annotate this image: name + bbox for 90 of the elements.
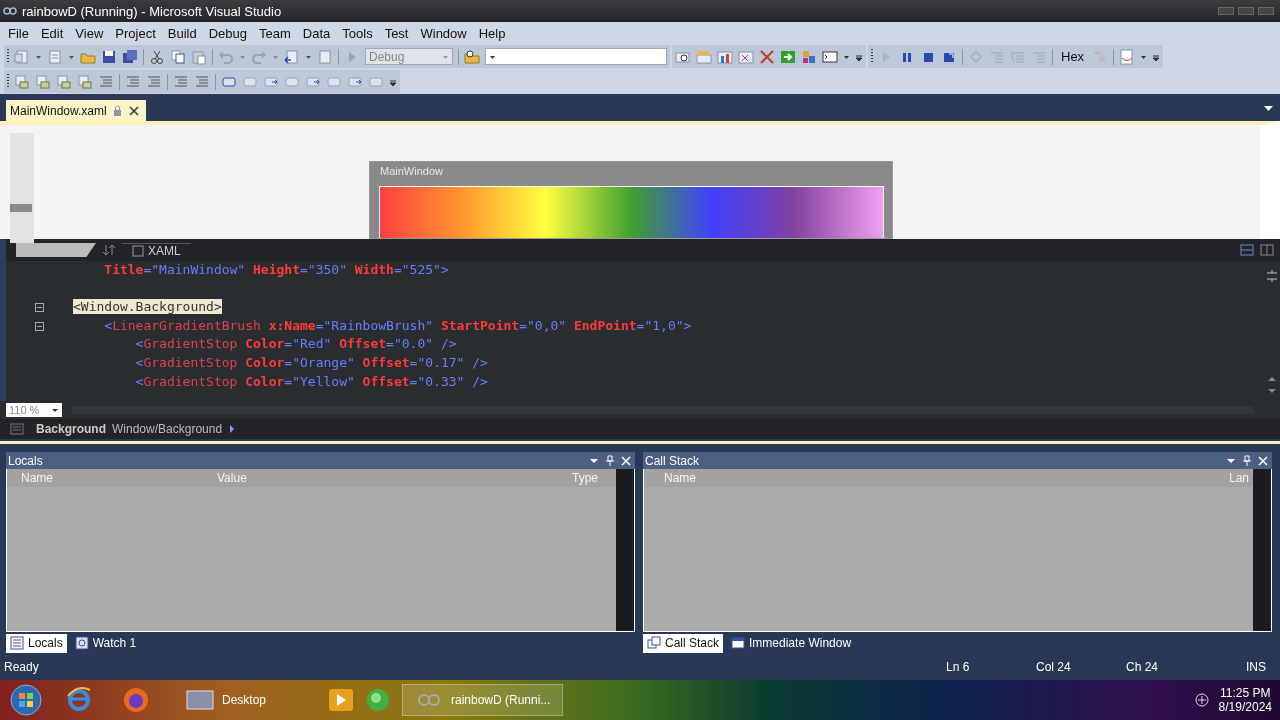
caret-icon[interactable] <box>305 53 312 60</box>
clock-date[interactable]: 8/19/2024 <box>1218 700 1272 714</box>
clock-time[interactable]: 11:25 PM <box>1220 686 1271 700</box>
new-project-icon[interactable] <box>14 48 30 65</box>
pin-icon[interactable] <box>605 454 615 467</box>
paste-icon[interactable] <box>191 48 207 65</box>
call-stack-icon <box>647 636 661 650</box>
cut-icon[interactable] <box>149 48 165 65</box>
column-number: Col 24 <box>1036 660 1072 674</box>
menu-item[interactable]: Tools <box>336 25 379 41</box>
panel-title: Locals <box>8 453 43 468</box>
taskbar-button[interactable]: rainbowD (Runni... <box>402 684 564 716</box>
breadcrumb-path[interactable]: Window/Background <box>112 422 223 436</box>
insert-mode: INS <box>1246 660 1266 674</box>
caret-icon[interactable] <box>1140 53 1148 60</box>
caret-icon[interactable] <box>68 53 75 60</box>
panel-tab[interactable]: Call Stack <box>643 633 724 653</box>
line-number: Ln 6 <box>946 660 971 674</box>
save-icon[interactable] <box>101 48 117 65</box>
zoom-slider[interactable] <box>10 133 34 243</box>
design-view-tab[interactable] <box>16 243 96 257</box>
collapse-icon[interactable] <box>35 321 44 331</box>
minimize-button[interactable] <box>1218 7 1234 15</box>
menu-item[interactable]: Debug <box>202 25 253 41</box>
code-line: <GradientStop Color="Orange" Offset="0.17" /> <box>134 354 488 370</box>
hex-button[interactable]: Hex <box>1058 49 1088 64</box>
close-button[interactable] <box>1258 7 1274 15</box>
command-window-icon[interactable] <box>822 48 838 65</box>
horizontal-split-icon[interactable] <box>1260 244 1274 256</box>
window-title: rainbowD (Running) - Microsoft Visual Studio <box>22 3 282 19</box>
copy-icon[interactable] <box>170 48 186 65</box>
code-line: <GradientStop Color="Red" Offset="0.0" /> <box>134 336 457 352</box>
code-line: <LinearGradientBrush x:Name="RainbowBrush" StartPoint="0,0" EndPoint="1,0"> <box>103 317 692 333</box>
locals-icon <box>10 636 24 650</box>
zoom-dropdown[interactable]: 110 % <box>6 403 62 417</box>
chevron-icon[interactable] <box>228 424 237 434</box>
immediate-window-icon <box>731 636 746 650</box>
scroll-down-icon[interactable] <box>1267 387 1277 395</box>
dropdown-icon[interactable] <box>1226 456 1236 465</box>
dropdown-icon[interactable] <box>589 456 599 465</box>
character-number: Ch 24 <box>1126 660 1159 674</box>
menu-item[interactable]: Team <box>253 25 297 41</box>
menu-item[interactable]: Edit <box>34 25 70 41</box>
find-in-files-icon[interactable] <box>464 48 480 65</box>
caret-icon <box>51 407 59 413</box>
save-all-icon[interactable] <box>122 48 138 65</box>
swap-panes-icon[interactable] <box>102 244 116 256</box>
breadcrumb-element[interactable]: Background <box>36 422 106 436</box>
navigate-backward-icon[interactable] <box>284 48 300 65</box>
pin-icon[interactable] <box>1242 454 1252 467</box>
preview-window-title: MainWindow <box>379 164 444 179</box>
xaml-view-tab[interactable]: XAML <box>122 242 191 258</box>
vertical-scrollbar[interactable] <box>1253 469 1271 631</box>
monitor-icon <box>186 689 214 711</box>
vertical-scrollbar[interactable] <box>616 469 634 631</box>
watch-icon <box>74 636 89 650</box>
menu-item[interactable]: Data <box>296 25 337 41</box>
menu-item[interactable]: File <box>2 25 35 41</box>
collapse-icon[interactable] <box>35 303 44 312</box>
taskbar-button[interactable]: Desktop <box>174 685 318 715</box>
menu-item[interactable]: Build <box>161 25 203 41</box>
browser-icon[interactable] <box>122 686 150 714</box>
add-item-icon[interactable] <box>47 48 63 65</box>
caret-icon[interactable] <box>843 53 850 60</box>
close-icon[interactable] <box>127 104 140 117</box>
code-line: Title="MainWindow" Height="350" Width="525"> <box>103 262 449 277</box>
caret-icon[interactable] <box>35 53 42 60</box>
media-player-icon[interactable] <box>328 688 354 712</box>
start-button[interactable] <box>10 684 42 716</box>
panel-tab[interactable]: Locals <box>6 633 67 653</box>
status-message: Ready <box>4 660 39 674</box>
menu-item[interactable]: Test <box>378 25 415 41</box>
code-line: <GradientStop Color="Yellow" Offset="0.33" /> <box>134 373 488 389</box>
split-icon[interactable] <box>1265 269 1279 283</box>
panel-tab[interactable]: Immediate Window <box>727 633 856 653</box>
panel-tab[interactable]: Watch 1 <box>70 633 141 653</box>
navigate-forward-icon[interactable] <box>317 48 333 65</box>
menu-item[interactable]: View <box>69 25 110 41</box>
document-tab[interactable]: MainWindow.xaml <box>6 100 146 121</box>
vertical-split-icon[interactable] <box>1240 244 1254 256</box>
caret-icon <box>442 53 449 60</box>
menu-item[interactable]: Help <box>472 25 512 41</box>
menu-item[interactable]: Project <box>109 25 162 41</box>
menu-item[interactable]: Window <box>414 25 473 41</box>
panel-title: Call Stack <box>645 453 700 468</box>
maximize-button[interactable] <box>1238 7 1254 15</box>
caret-icon <box>489 53 496 60</box>
slider-thumb[interactable] <box>10 204 32 212</box>
find-field[interactable] <box>485 48 667 65</box>
scroll-up-icon[interactable] <box>1267 375 1277 383</box>
